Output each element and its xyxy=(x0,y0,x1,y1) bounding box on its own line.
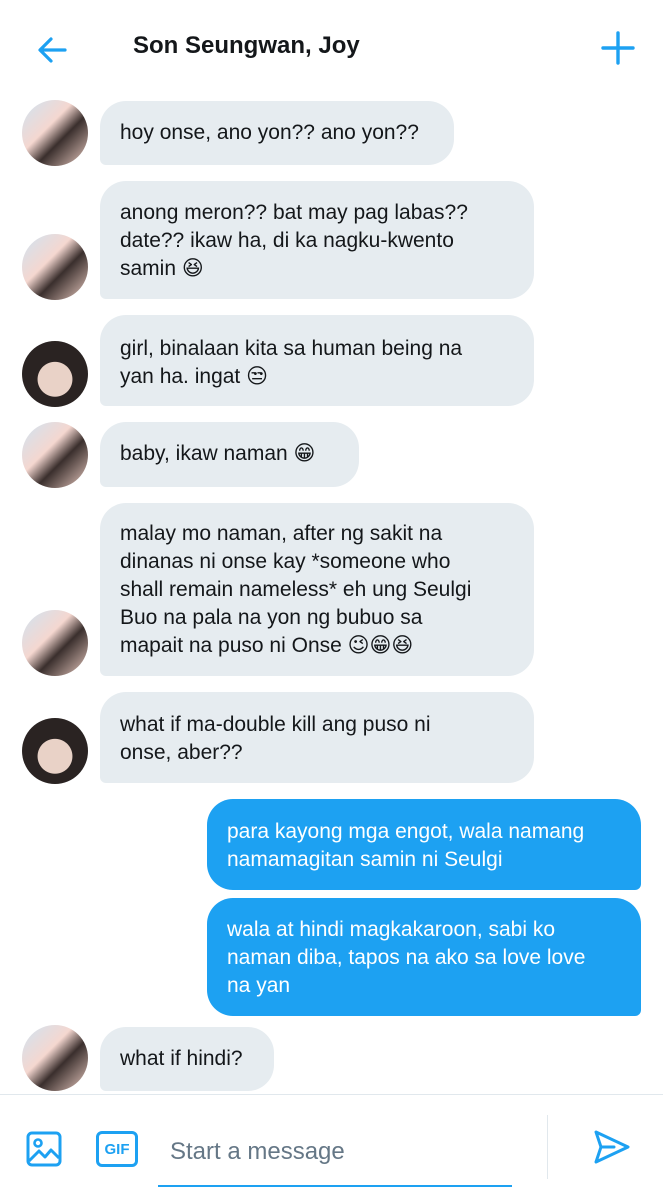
message-line: yan ha. ingat 😒 xyxy=(120,365,268,388)
message-line: samin 😆 xyxy=(120,257,204,280)
incoming-message-bubble[interactable]: malay mo naman, after ng sakit na dinana… xyxy=(100,503,534,676)
message-line: na yan xyxy=(227,974,291,997)
group-photo-avatar[interactable] xyxy=(22,234,88,300)
plus-icon xyxy=(601,31,635,65)
message-line: girl, binalaan kita sa human being na xyxy=(120,337,463,360)
portrait-avatar[interactable] xyxy=(22,341,88,407)
message-line: namamagitan samin ni Seulgi xyxy=(227,848,503,871)
message-line: malay mo naman, after ng sakit na xyxy=(120,522,443,545)
message-line: baby, ikaw naman 😁 xyxy=(120,442,316,465)
arrow-left-icon xyxy=(38,37,67,63)
gif-button[interactable]: GIF xyxy=(96,1131,138,1167)
message-line: what if ma-double kill ang puso ni xyxy=(120,713,431,736)
message-line: date?? ikaw ha, di ka nagku-kwento xyxy=(120,229,454,252)
gif-label: GIF xyxy=(104,1140,130,1158)
message-line: anong meron?? bat may pag labas?? xyxy=(120,201,468,224)
add-participant-button[interactable] xyxy=(594,24,642,72)
message-line: dinanas ni onse kay *someone who xyxy=(120,550,451,573)
group-photo-avatar[interactable] xyxy=(22,1025,88,1091)
incoming-message-bubble[interactable]: anong meron?? bat may pag labas?? date??… xyxy=(100,181,534,299)
send-button[interactable] xyxy=(588,1123,636,1171)
back-button[interactable] xyxy=(28,26,76,74)
message-line: what if hindi? xyxy=(120,1047,243,1070)
incoming-message-bubble[interactable]: baby, ikaw naman 😁 xyxy=(100,422,359,487)
message-line: wala at hindi magkakaroon, sabi ko xyxy=(227,918,556,941)
outgoing-message-bubble[interactable]: wala at hindi magkakaroon, sabi ko naman… xyxy=(207,898,641,1016)
message-line: naman diba, tapos na ako sa love love xyxy=(227,946,586,969)
group-photo-avatar[interactable] xyxy=(22,610,88,676)
conversation-header: Son Seungwan, Joy xyxy=(0,0,663,96)
incoming-message-bubble[interactable]: what if hindi? xyxy=(100,1027,274,1091)
message-line: hoy onse, ano yon?? ano yon?? xyxy=(120,121,419,144)
incoming-message-bubble[interactable]: what if ma-double kill ang puso ni onse,… xyxy=(100,692,534,783)
message-line: shall remain nameless* eh ung Seulgi xyxy=(120,578,472,601)
add-media-button[interactable] xyxy=(24,1129,64,1169)
message-composer: GIF xyxy=(0,1094,663,1200)
message-input[interactable] xyxy=(158,1123,512,1187)
message-line: para kayong mga engot, wala namang xyxy=(227,820,585,843)
message-line: mapait na puso ni Onse 😉😁😆 xyxy=(120,634,414,657)
message-line: onse, aber?? xyxy=(120,741,243,764)
message-line: Buo na pala na yon ng bubuo sa xyxy=(120,606,423,629)
outgoing-message-bubble[interactable]: para kayong mga engot, wala namang namam… xyxy=(207,799,641,890)
image-icon xyxy=(26,1131,62,1167)
group-photo-avatar[interactable] xyxy=(22,422,88,488)
group-photo-avatar[interactable] xyxy=(22,100,88,166)
incoming-message-bubble[interactable]: hoy onse, ano yon?? ano yon?? xyxy=(100,101,454,165)
conversation-title[interactable]: Son Seungwan, Joy xyxy=(133,32,360,60)
incoming-message-bubble[interactable]: girl, binalaan kita sa human being na ya… xyxy=(100,315,534,406)
portrait-avatar[interactable] xyxy=(22,718,88,784)
send-icon xyxy=(594,1130,630,1164)
composer-divider xyxy=(547,1115,548,1179)
